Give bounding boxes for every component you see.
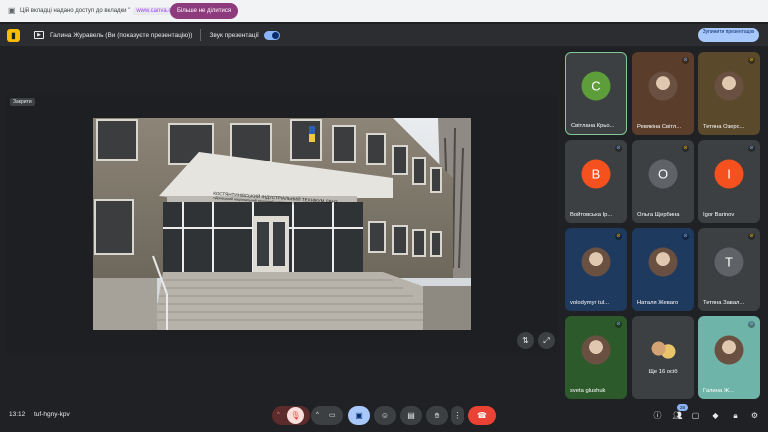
emoji-button[interactable]: ☺ — [374, 406, 396, 425]
more-participants-avatars — [648, 335, 678, 365]
participant-photo — [714, 335, 744, 365]
chevron-up-icon: ^ — [316, 412, 319, 418]
participant-tile[interactable]: ⊘ Тетяна Озерс... — [698, 52, 760, 135]
presentation-sound-toggle[interactable] — [263, 30, 280, 40]
presenter-label: Галина Журавель (Ви (показуєте презентац… — [50, 31, 193, 39]
participant-tile[interactable]: С Світлана Крьо... — [565, 52, 627, 135]
mic-off-icon[interactable]: 🎙︎ — [287, 407, 304, 424]
participant-tile[interactable]: Ще 16 осіб — [632, 316, 694, 399]
hang-up-button[interactable]: ☎︎ — [468, 406, 496, 425]
present-screen-icon: ▶ — [34, 31, 44, 39]
fullscreen-icon[interactable]: ⤢ — [538, 332, 555, 349]
presentation-bar: ▮ ▶ Галина Журавель (Ви (показуєте презе… — [0, 24, 768, 46]
participant-tile[interactable]: ⊘ sveta glushuk — [565, 316, 627, 399]
chat-icon[interactable]: ▢ — [690, 410, 701, 421]
participant-name: Тетяна Озерс... — [703, 124, 745, 130]
participant-avatar: Т — [714, 247, 744, 277]
more-options-button[interactable]: ⋮ — [451, 406, 464, 425]
meeting-time: 13:12 — [9, 411, 26, 418]
participant-name: Тетяна Завал... — [703, 300, 745, 306]
participant-name: Світлана Крьо... — [571, 123, 615, 129]
bottom-toolbar: 13:12 tuf-hgny-kpv ^ 🎙︎ ^ ▭ ▣ ☺ ▤ ✋︎ ⋮ ☎… — [0, 400, 768, 432]
participant-avatar: I — [714, 159, 744, 189]
mic-off-icon: ⊘ — [748, 321, 755, 328]
participant-tile[interactable]: Т ⊘ Тетяна Завал... — [698, 228, 760, 311]
divider — [200, 29, 202, 41]
mic-off-icon: ⊘ — [748, 145, 755, 152]
shared-screen: Закрити КОСТЯНТИНІВСЬКИЙ ІНДУСТРІАЛЬНИЙ … — [6, 95, 557, 353]
participant-tile[interactable]: В ⊘ Войтовська Ір... — [565, 140, 627, 223]
present-button[interactable]: ▣ — [348, 406, 370, 425]
mic-options-button[interactable]: ^ 🎙︎ — [272, 406, 310, 425]
hand-icon: ✋︎ — [434, 411, 440, 420]
participant-name: Ольга Щербина — [637, 212, 680, 218]
participant-name: Ще 16 осіб — [648, 369, 678, 375]
presentation-sound-label: Звук презентації — [209, 31, 259, 39]
participant-name: sveta glushuk — [570, 388, 606, 394]
participant-name: Ревякіна Світл... — [637, 124, 682, 130]
participant-tile[interactable]: ⊘ volodymyr tul... — [565, 228, 627, 311]
camera-options-button[interactable]: ^ ▭ — [311, 406, 343, 425]
participant-tile[interactable]: ⊘ Галина Ж... — [698, 316, 760, 399]
mic-off-icon: ⊘ — [615, 321, 622, 328]
participant-avatar: С — [581, 71, 611, 101]
mic-off-icon: ⊘ — [682, 57, 689, 64]
participant-name: volodymyr tul... — [570, 300, 609, 306]
captions-icon: ▤ — [407, 411, 415, 420]
participant-photo — [581, 247, 611, 277]
participant-name: Igor Barinov — [703, 212, 735, 218]
mic-off-icon: ⊘ — [682, 233, 689, 240]
participant-avatar: О — [648, 159, 678, 189]
raise-hand-button[interactable]: ✋︎ — [426, 406, 448, 425]
settings-icon[interactable]: ⚙ — [749, 410, 760, 421]
stop-sharing-button[interactable]: Більше не ділитися — [170, 3, 239, 19]
activities-icon[interactable]: ◆ — [710, 410, 721, 421]
building-photo — [93, 118, 471, 330]
chevron-up-icon: ^ — [277, 412, 280, 418]
participant-tile[interactable]: О ⊘ Ольга Щербина — [632, 140, 694, 223]
participant-avatar: В — [581, 159, 611, 189]
more-icon: ⋮ — [453, 411, 462, 420]
participant-tile[interactable]: ⊘ Наталя Жеваго — [632, 228, 694, 311]
present-icon: ▣ — [355, 411, 363, 420]
tab-share-bar: ▣ Цій вкладці надано доступ до вкладки "… — [0, 0, 768, 22]
mic-off-icon: ⊘ — [615, 145, 622, 152]
captions-button[interactable]: ▤ — [400, 406, 422, 425]
share-message: Цій вкладці надано доступ до вкладки " — [20, 8, 131, 14]
participant-name: Войтовська Ір... — [570, 212, 613, 218]
participant-photo — [714, 71, 744, 101]
host-controls-icon[interactable]: 🔒︎ — [730, 410, 741, 421]
mic-off-icon: ⊘ — [682, 145, 689, 152]
participant-tile[interactable]: I ⊘ Igor Barinov — [698, 140, 760, 223]
mic-off-icon: ⊘ — [748, 57, 755, 64]
participant-photo — [648, 71, 678, 101]
info-icon[interactable]: ⓘ — [652, 410, 663, 421]
people-icon[interactable]: 👥︎ — [672, 410, 683, 421]
meet-app-icon[interactable]: ▮ — [7, 28, 20, 42]
participant-name: Наталя Жеваго — [637, 300, 679, 306]
participant-name: Галина Ж... — [703, 388, 734, 394]
stop-presenting-button[interactable]: Зупинити презентацію — [698, 28, 759, 42]
participant-tile[interactable]: ⊘ Ревякіна Світл... — [632, 52, 694, 135]
meeting-code: tuf-hgny-kpv — [34, 411, 70, 418]
slide-photo: КОСТЯНТИНІВСЬКИЙ ІНДУСТРІАЛЬНИЙ ТЕХНІКУМ… — [93, 118, 471, 330]
camera-icon[interactable]: ▭ — [329, 406, 336, 425]
share-tab-icon: ▣ — [8, 6, 16, 15]
participant-photo — [581, 335, 611, 365]
emoji-icon: ☺ — [380, 411, 390, 420]
unpin-icon[interactable]: ⇅ — [517, 332, 534, 349]
stage-close-label[interactable]: Закрити — [10, 98, 35, 106]
mic-off-icon: ⊘ — [748, 233, 755, 240]
participants-count-badge: 28 — [677, 404, 688, 411]
hang-up-icon: ☎︎ — [477, 411, 487, 420]
mic-off-icon: ⊘ — [615, 233, 622, 240]
meet-window: ▣ Цій вкладці надано доступ до вкладки "… — [0, 0, 768, 432]
participant-photo — [648, 247, 678, 277]
